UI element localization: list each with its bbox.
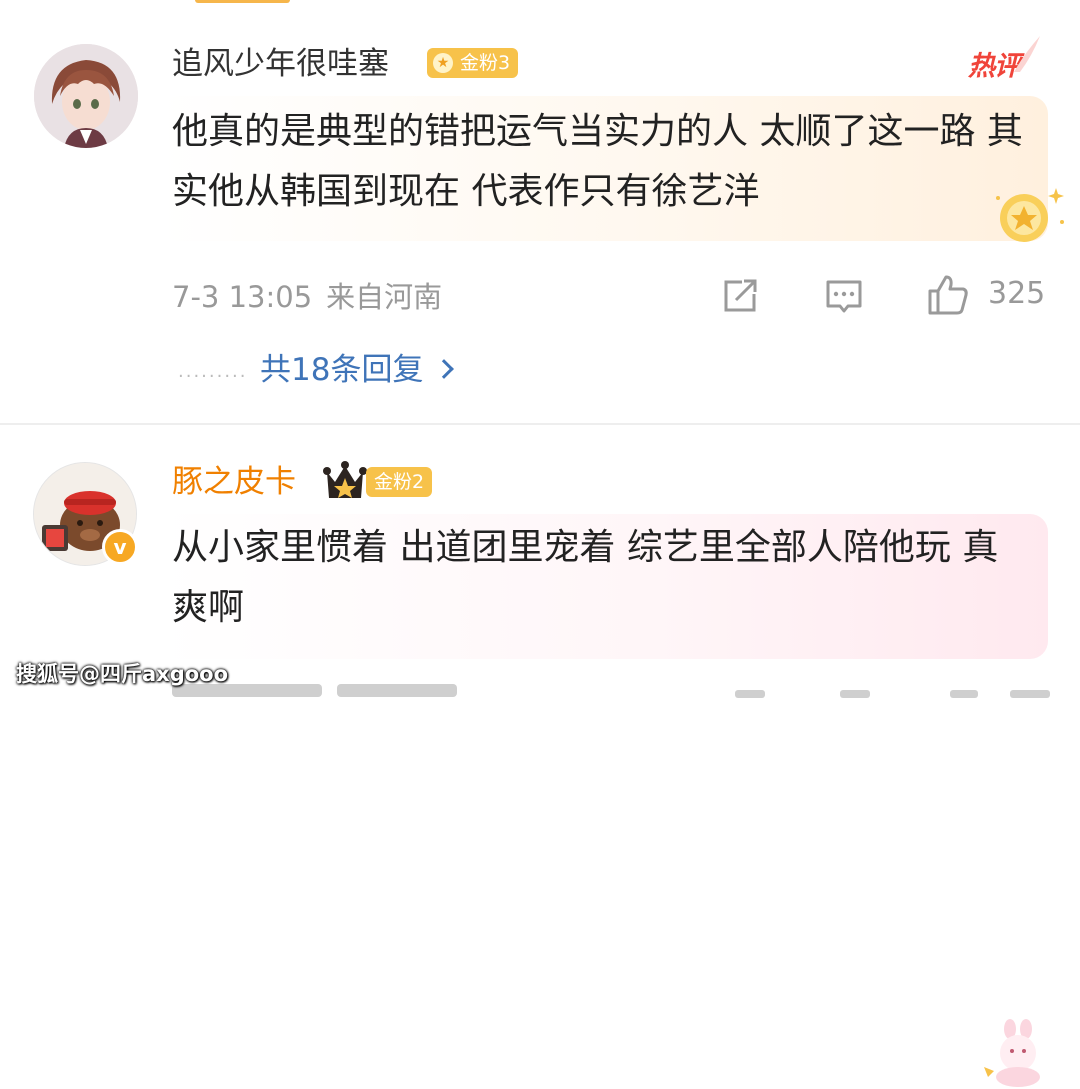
comment-icon[interactable] (824, 276, 864, 316)
comment-time: 7-3 13:05 (172, 280, 313, 314)
watermark: 搜狐号@四斤axgooo (16, 662, 229, 686)
comment-text: 他真的是典型的错把运气当实力的人 太顺了这一路 其实他从韩国到现在 代表作只有徐… (172, 111, 1023, 212)
comment-item: v 豚之皮卡 金粉2 从小家里惯着 出道团里宠着 综艺里全部人陪他玩 真爽啊 (0, 424, 1080, 1087)
like-count: 325 (988, 276, 1046, 311)
avatar[interactable] (34, 44, 138, 148)
gold-star-sticker-icon (996, 188, 1064, 242)
username[interactable]: 追风少年很哇塞 (172, 44, 389, 84)
replies-label: 共18条回复 (260, 352, 424, 388)
bunny-sticker-icon (984, 1019, 1040, 1087)
star-badge-icon: ★ (433, 53, 453, 73)
fan-level-label: 金粉3 (460, 52, 511, 74)
fan-level-badge: ★ 金粉3 (427, 48, 519, 78)
fan-level-badge: 金粉2 (366, 467, 433, 497)
comment-text: 从小家里惯着 出道团里宠着 综艺里全部人陪他玩 真爽啊 (172, 527, 999, 628)
comment-meta: 7-3 13:05 来自河南 (172, 274, 442, 316)
reply-dots: ········· (178, 366, 248, 387)
username[interactable]: 豚之皮卡 (172, 462, 296, 502)
comment-location: 来自河南 (326, 280, 443, 314)
like-icon[interactable] (926, 273, 970, 317)
view-replies-link[interactable]: 共18条回复 (260, 344, 455, 389)
comment-item: 追风少年很哇塞 ★ 金粉3 热评 他真的是典型的错把运气当实力的人 太顺了这一路… (0, 0, 1080, 424)
fan-level-label: 金粉2 (374, 471, 425, 493)
crown-icon (323, 461, 367, 498)
share-icon[interactable] (720, 276, 760, 316)
hot-ribbon-icon (1014, 36, 1040, 72)
verified-badge-icon: v (102, 529, 138, 565)
chevron-right-icon (434, 359, 455, 379)
